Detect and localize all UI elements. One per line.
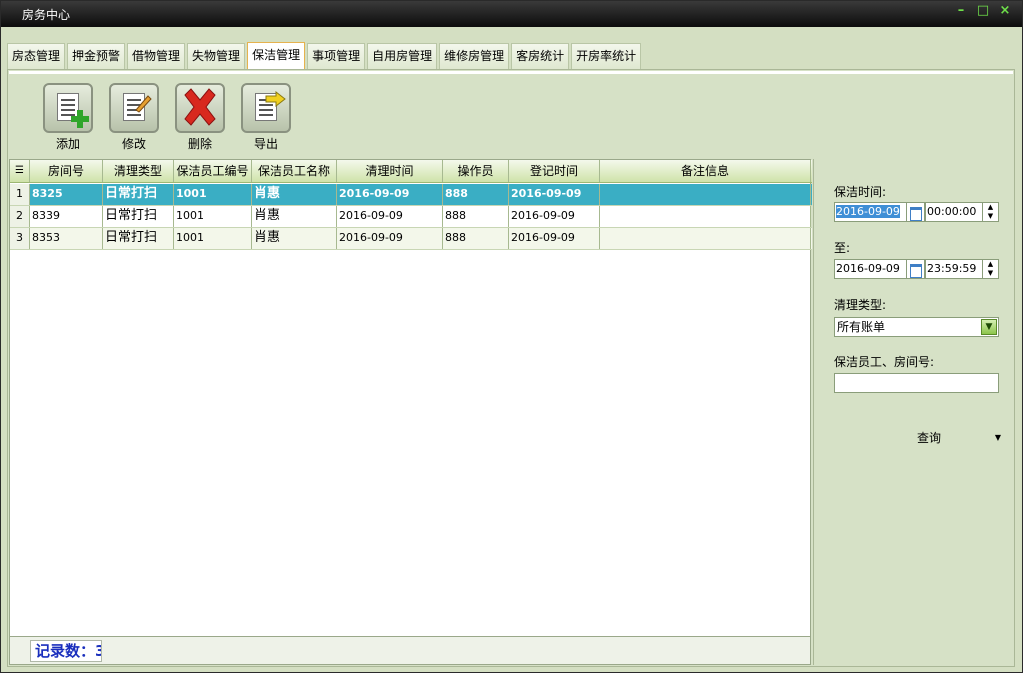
to-time-spinner[interactable]: ▲ ▼ [983,259,999,279]
add-label: 添加 [55,137,80,151]
staff-room-label: 保洁员工、房间号: [834,355,935,369]
col-operator[interactable]: 操作员 [443,160,509,182]
tab-cleaning[interactable]: 保洁管理 [247,42,306,70]
toolbar: 添加 修改 删除 导出 [9,71,1013,157]
export-button[interactable]: 导出 [239,83,293,152]
tab-occupancy-stats[interactable]: 开房率统计 [571,43,642,69]
window-controls: – □ × [954,3,1012,18]
query-button[interactable]: 查询 ▼ [854,427,1004,449]
table-footer: 记录数：3 [10,636,810,664]
from-time-spinner[interactable]: ▲ ▼ [983,202,999,222]
col-note[interactable]: 备注信息 [600,160,811,182]
to-datetime: 2016-09-09 23:59:59 ▲ ▼ [834,259,999,279]
tab-room-stats[interactable]: 客房统计 [511,43,570,69]
to-time-input[interactable]: 23:59:59 [925,259,983,279]
tab-deposit-alert[interactable]: 押金预警 [67,43,126,69]
row-selector-header-icon[interactable]: ☰ [10,160,30,182]
tab-lost-found[interactable]: 失物管理 [187,43,246,69]
col-clean-type[interactable]: 清理类型 [103,160,174,182]
col-staff-id[interactable]: 保洁员工编号 [174,160,252,182]
filter-panel: 保洁时间: 2016-09-09 00:00:00 ▲ ▼ 至: 2016-09-… [813,159,1014,665]
col-clean-time[interactable]: 清理时间 [337,160,443,182]
tab-repair-room[interactable]: 维修房管理 [439,43,510,69]
cleaning-panel: 添加 修改 删除 导出 ☰ 房间号 清理类型 保洁员工编号 保洁员工名称 清理时… [7,69,1015,667]
tab-borrow[interactable]: 借物管理 [127,43,186,69]
to-date-input[interactable]: 2016-09-09 [834,259,907,279]
table-header: ☰ 房间号 清理类型 保洁员工编号 保洁员工名称 清理时间 操作员 登记时间 备… [10,160,812,183]
to-label: 至: [834,241,851,255]
edit-label: 修改 [121,137,146,151]
add-document-icon [43,83,93,133]
export-document-icon [241,83,291,133]
col-room-number[interactable]: 房间号 [30,160,103,182]
table-row[interactable]: 1 8325 日常打扫 1001 肖惠 2016-09-09 888 2016-… [10,184,812,206]
dropdown-arrow-icon[interactable]: ▼ [995,427,1001,449]
to-calendar-icon[interactable] [907,259,925,279]
title-bar: 房务中心 – □ × [1,1,1022,27]
col-reg-time[interactable]: 登记时间 [509,160,600,182]
export-label: 导出 [253,137,278,151]
clean-type-select[interactable]: 所有账单 ▼ [834,317,999,337]
tab-room-status[interactable]: 房态管理 [7,43,66,69]
window-title: 房务中心 [22,8,71,22]
from-datetime: 2016-09-09 00:00:00 ▲ ▼ [834,202,999,222]
clean-time-label: 保洁时间: [834,185,887,199]
from-time-input[interactable]: 00:00:00 [925,202,983,222]
from-date-input[interactable]: 2016-09-09 [834,202,907,222]
record-count: 记录数：3 [30,640,102,662]
cleaning-records-table: ☰ 房间号 清理类型 保洁员工编号 保洁员工名称 清理时间 操作员 登记时间 备… [9,159,812,665]
tab-bar: 房态管理 押金预警 借物管理 失物管理 保洁管理 事项管理 自用房管理 维修房管… [7,42,643,70]
chevron-down-icon[interactable]: ▼ [981,319,997,335]
edit-document-icon [109,83,159,133]
delete-x-icon [175,83,225,133]
table-row[interactable]: 2 8339 日常打扫 1001 肖惠 2016-09-09 888 2016-… [10,206,812,228]
delete-label: 删除 [187,137,212,151]
col-staff-name[interactable]: 保洁员工名称 [252,160,337,182]
staff-room-input[interactable] [834,373,999,393]
table-row[interactable]: 3 8353 日常打扫 1001 肖惠 2016-09-09 888 2016-… [10,228,812,250]
minimize-button[interactable]: – [954,3,968,18]
maximize-button[interactable]: □ [976,3,990,18]
from-calendar-icon[interactable] [907,202,925,222]
edit-button[interactable]: 修改 [107,83,161,152]
tab-matters[interactable]: 事项管理 [307,43,366,69]
close-button[interactable]: × [998,3,1012,18]
add-button[interactable]: 添加 [41,83,95,152]
main-window: 房务中心 – □ × 房态管理 押金预警 借物管理 失物管理 保洁管理 事项管理… [0,0,1023,673]
tab-self-use-room[interactable]: 自用房管理 [367,43,438,69]
clean-type-label: 清理类型: [834,298,887,312]
delete-button[interactable]: 删除 [173,83,227,152]
